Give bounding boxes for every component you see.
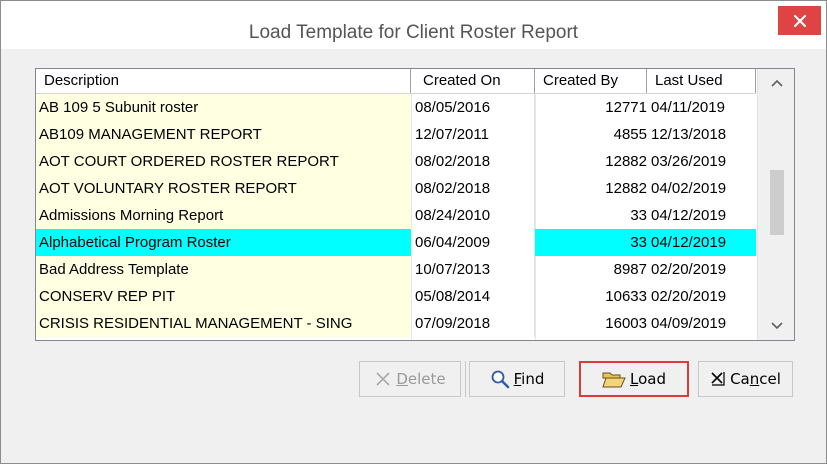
cell-description: CONSERV REP PIT — [36, 283, 411, 310]
cell-created-by: 12882 — [605, 180, 647, 197]
window-title: Load Template for Client Roster Report — [248, 22, 579, 43]
delete-button[interactable]: Delete — [359, 361, 461, 397]
cell-description: Alphabetical Program Roster — [36, 229, 411, 256]
cell-created-by: 12771 — [605, 99, 647, 116]
load-label: Load — [630, 370, 666, 388]
find-label: Find — [513, 370, 545, 388]
find-button[interactable]: Find — [469, 361, 565, 397]
cell-created-on: 06/04/2009 — [411, 229, 535, 256]
vertical-scrollbar[interactable] — [757, 69, 794, 340]
table-row[interactable]: AOT VOLUNTARY ROSTER REPORT 08/02/2018 128… — [36, 175, 756, 202]
cell-created-by: 10633 — [605, 288, 647, 305]
cell-created-by: 4855 — [613, 126, 647, 143]
x-close-icon — [711, 372, 725, 386]
table-row[interactable]: CRISIS RESIDENTIAL MANAGEMENT - SING 07/0… — [36, 310, 756, 337]
cell-description: AOT COURT ORDERED ROSTER REPORT — [36, 148, 411, 175]
table-row[interactable]: Admissions Morning Report 08/24/2010 33 04/… — [36, 202, 756, 229]
cell-description: Admissions Morning Report — [36, 202, 411, 229]
table-row[interactable]: Alphabetical Program Roster 06/04/2009 33 0… — [36, 229, 756, 256]
cell-last-used: 04/09/2019 — [651, 315, 727, 332]
cell-description: AB109 MANAGEMENT REPORT — [36, 121, 411, 148]
table-row[interactable]: Bad Address Template 10/07/2013 8987 02/20/… — [36, 256, 756, 283]
cell-created-by: 16003 — [605, 315, 647, 332]
cell-created-on: 12/07/2011 — [411, 121, 535, 148]
table-row[interactable]: AB109 MANAGEMENT REPORT 12/07/2011 4855 12/… — [36, 121, 756, 148]
chevron-up-icon — [770, 79, 783, 87]
list-rows: AB 109 5 Subunit roster 08/05/2016 12771 04… — [36, 94, 756, 337]
cell-description: CRISIS RESIDENTIAL MANAGEMENT - SING — [36, 310, 411, 337]
delete-label: Delete — [396, 370, 446, 388]
cell-created-on: 05/08/2014 — [411, 283, 535, 310]
cell-description: Bad Address Template — [36, 256, 411, 283]
cell-last-used: 12/13/2018 — [651, 126, 727, 143]
cancel-button[interactable]: Cancel — [698, 361, 793, 397]
header-created-by[interactable]: Created By — [535, 69, 647, 93]
cell-description: AOT VOLUNTARY ROSTER REPORT — [36, 175, 411, 202]
table-row[interactable]: AB 109 5 Subunit roster 08/05/2016 12771 04… — [36, 94, 756, 121]
open-folder-icon — [602, 372, 626, 388]
cell-last-used: 04/02/2019 — [651, 180, 727, 197]
cell-created-by: 33 — [630, 207, 647, 224]
cell-created-on: 08/02/2018 — [411, 148, 535, 175]
cell-last-used: 02/20/2019 — [651, 261, 727, 278]
table-row[interactable]: CONSERV REP PIT 05/08/2014 10633 02/20/2019 — [36, 283, 756, 310]
cell-created-on: 08/02/2018 — [411, 175, 535, 202]
cell-last-used: 04/11/2019 — [651, 99, 725, 116]
header-description[interactable]: Description — [36, 69, 411, 93]
x-icon — [376, 372, 390, 386]
title-bar[interactable]: Load Template for Client Roster Report — [1, 1, 826, 49]
template-list[interactable]: Description Created On Created By Last U… — [35, 68, 795, 341]
table-row[interactable]: AOT COURT ORDERED ROSTER REPORT 08/02/201… — [36, 148, 756, 175]
cell-description: AB 109 5 Subunit roster — [36, 94, 411, 121]
cell-last-used: 04/12/2019 — [647, 229, 756, 256]
chevron-down-icon — [770, 322, 783, 330]
cell-created-on: 10/07/2013 — [411, 256, 535, 283]
cell-created-by: 12882 — [605, 153, 647, 170]
cell-created-on: 08/05/2016 — [411, 94, 535, 121]
scroll-up-arrow[interactable] — [758, 71, 794, 95]
cell-created-by: 8987 — [613, 261, 647, 278]
load-button[interactable]: Load — [579, 361, 689, 397]
cell-created-by: 33 — [535, 229, 647, 256]
header-last-used[interactable]: Last Used — [647, 69, 756, 93]
dialog-window: Load Template for Client Roster Report D… — [0, 0, 827, 464]
scroll-down-arrow[interactable] — [758, 314, 794, 338]
cell-created-on: 07/09/2018 — [411, 310, 535, 337]
magnifier-icon — [491, 370, 509, 389]
header-created-on[interactable]: Created On — [411, 69, 535, 93]
close-icon — [793, 14, 806, 27]
button-separator — [465, 361, 466, 397]
cell-last-used: 03/26/2019 — [651, 153, 727, 170]
cell-created-on: 08/24/2010 — [411, 202, 535, 229]
cell-last-used: 02/20/2019 — [651, 288, 727, 305]
cancel-label: Cancel — [730, 370, 781, 388]
scroll-thumb[interactable] — [770, 170, 784, 235]
close-button[interactable] — [778, 6, 821, 35]
list-header: Description Created On Created By Last U… — [36, 69, 756, 94]
cell-last-used: 04/12/2019 — [651, 207, 727, 224]
